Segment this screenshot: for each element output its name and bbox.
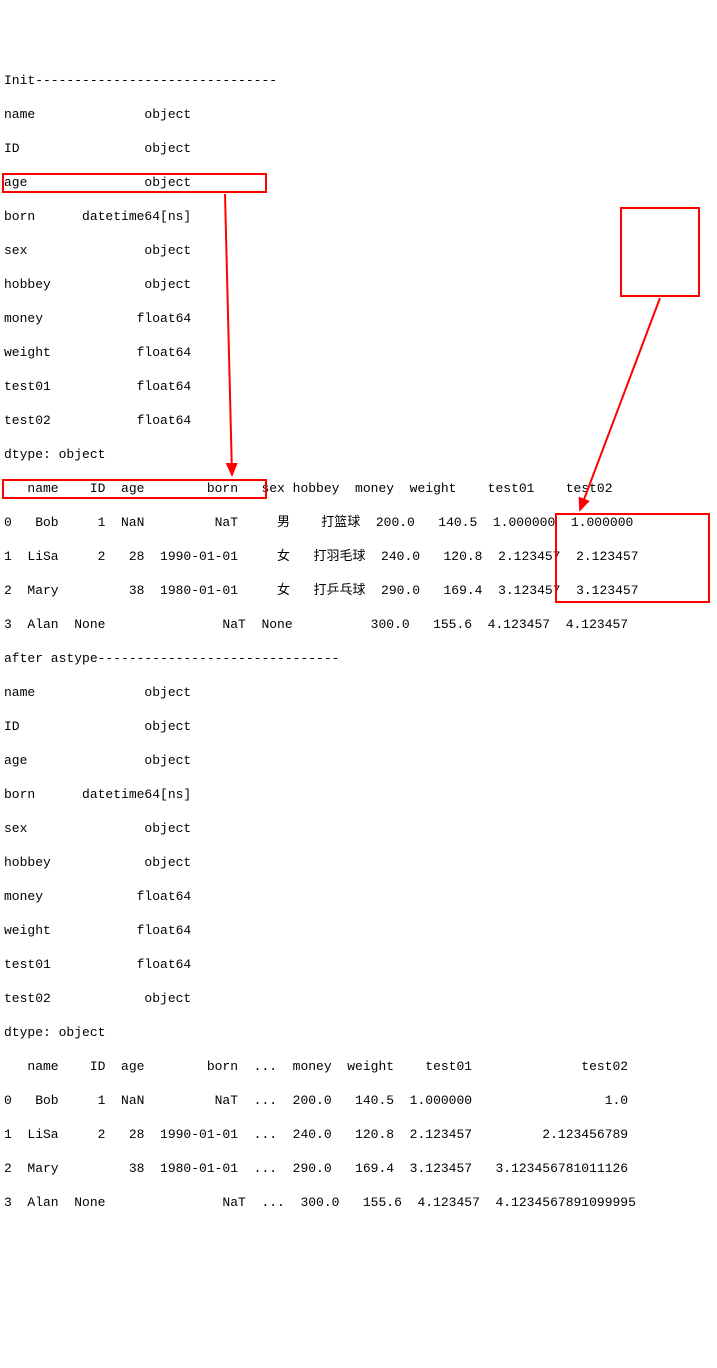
dtype-row: money float64	[4, 310, 713, 327]
dtype-row-test02-float: test02 float64	[4, 412, 713, 429]
table1-header: name ID age born sex hobbey money weight…	[4, 480, 713, 497]
dtype-row: weight float64	[4, 922, 713, 939]
table2-row: 0 Bob 1 NaN NaT ... 200.0 140.5 1.000000…	[4, 1092, 713, 1109]
table2-header: name ID age born ... money weight test01…	[4, 1058, 713, 1075]
dtype-row: born datetime64[ns]	[4, 786, 713, 803]
dtype-row-test02-object: test02 object	[4, 990, 713, 1007]
dtype-row: ID object	[4, 140, 713, 157]
section-header-init: Init-------------------------------	[4, 72, 713, 89]
table1-row: 3 Alan None NaT None 300.0 155.6 4.12345…	[4, 616, 713, 633]
dtype-row: money float64	[4, 888, 713, 905]
section-header-after: after astype----------------------------…	[4, 650, 713, 667]
dtype-row: hobbey object	[4, 276, 713, 293]
dtype-row: age object	[4, 752, 713, 769]
table1-row: 2 Mary 38 1980-01-01 女 打乒乓球 290.0 169.4 …	[4, 582, 713, 599]
table1-row: 1 LiSa 2 28 1990-01-01 女 打羽毛球 240.0 120.…	[4, 548, 713, 565]
dtype-row: name object	[4, 106, 713, 123]
table2-row: 3 Alan None NaT ... 300.0 155.6 4.123457…	[4, 1194, 713, 1211]
dtype-row: test01 float64	[4, 378, 713, 395]
dtype-row: born datetime64[ns]	[4, 208, 713, 225]
dtype-footer: dtype: object	[4, 1024, 713, 1041]
dtype-row: ID object	[4, 718, 713, 735]
table2-row: 1 LiSa 2 28 1990-01-01 ... 240.0 120.8 2…	[4, 1126, 713, 1143]
dtype-row: weight float64	[4, 344, 713, 361]
dtype-row: sex object	[4, 820, 713, 837]
dtype-row: name object	[4, 684, 713, 701]
table1-row: 0 Bob 1 NaN NaT 男 打篮球 200.0 140.5 1.0000…	[4, 514, 713, 531]
dtype-row: test01 float64	[4, 956, 713, 973]
dtype-row: age object	[4, 174, 713, 191]
dtype-footer: dtype: object	[4, 446, 713, 463]
dtype-row: hobbey object	[4, 854, 713, 871]
dtype-row: sex object	[4, 242, 713, 259]
table2-row: 2 Mary 38 1980-01-01 ... 290.0 169.4 3.1…	[4, 1160, 713, 1177]
